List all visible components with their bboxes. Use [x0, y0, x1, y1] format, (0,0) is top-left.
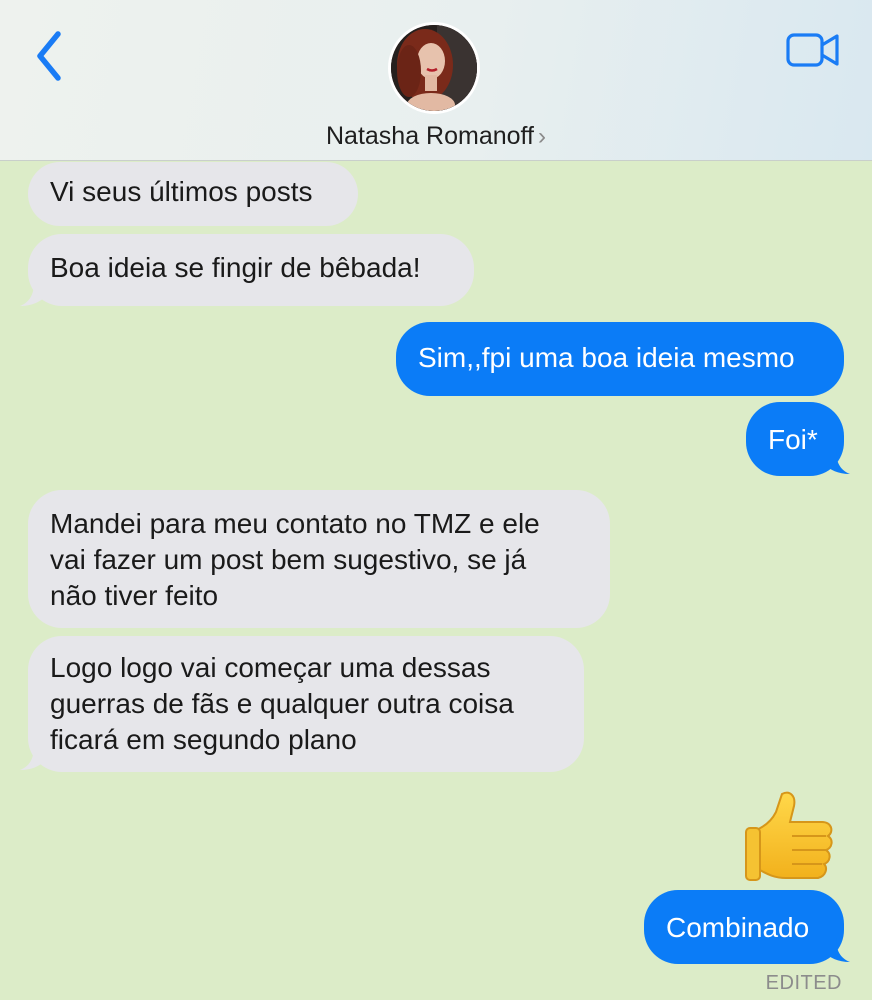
message-bubble-incoming[interactable]: Logo logo vai começar uma dessas guerras… [28, 636, 584, 772]
message-bubble-incoming[interactable]: Mandei para meu contato no TMZ e ele vai… [28, 490, 610, 628]
bubble-tail-icon [824, 450, 850, 474]
chevron-right-icon: › [538, 123, 546, 150]
message-text: Combinado [666, 912, 810, 943]
bubble-tail-icon [20, 746, 46, 770]
message-text-line: vai fazer um post bem sugestivo, se já [50, 544, 527, 575]
thumbs-up-emoji[interactable] [742, 786, 842, 886]
bubble-tail-icon [20, 282, 46, 306]
message-text: Boa ideia se fingir de bêbada! [50, 252, 421, 283]
message-bubble-incoming[interactable]: Boa ideia se fingir de bêbada! [28, 234, 474, 306]
message-text: Vi seus últimos posts [50, 176, 313, 207]
edited-label: EDITED [765, 972, 842, 994]
avatar[interactable] [388, 22, 480, 114]
message-text-line: Mandei para meu contato no TMZ e ele [50, 508, 540, 539]
message-text-line: não tiver feito [50, 580, 219, 611]
message-text-line: guerras de fãs e qualquer outra coisa [50, 688, 514, 719]
message-text-line: ficará em segundo plano [50, 724, 357, 755]
message-bubble-outgoing[interactable]: Combinado [644, 890, 844, 964]
contact-name-label: Natasha Romanoff [326, 122, 534, 150]
avatar-photo-icon [391, 25, 477, 111]
message-text: Foi* [768, 424, 818, 455]
video-camera-icon[interactable] [786, 32, 840, 68]
message-text-line: Logo logo vai começar uma dessas [50, 652, 491, 683]
message-text: Sim,,fpi uma boa ideia mesmo [418, 342, 795, 373]
message-bubble-outgoing[interactable]: Sim,,fpi uma boa ideia mesmo [396, 322, 844, 396]
chevron-left-icon[interactable] [30, 28, 70, 84]
contact-name[interactable]: Natasha Romanoff › [0, 122, 872, 151]
bubble-tail-icon [824, 938, 850, 962]
chat-header: Natasha Romanoff › [0, 0, 872, 161]
message-bubble-incoming[interactable]: Vi seus últimos posts [28, 162, 358, 226]
